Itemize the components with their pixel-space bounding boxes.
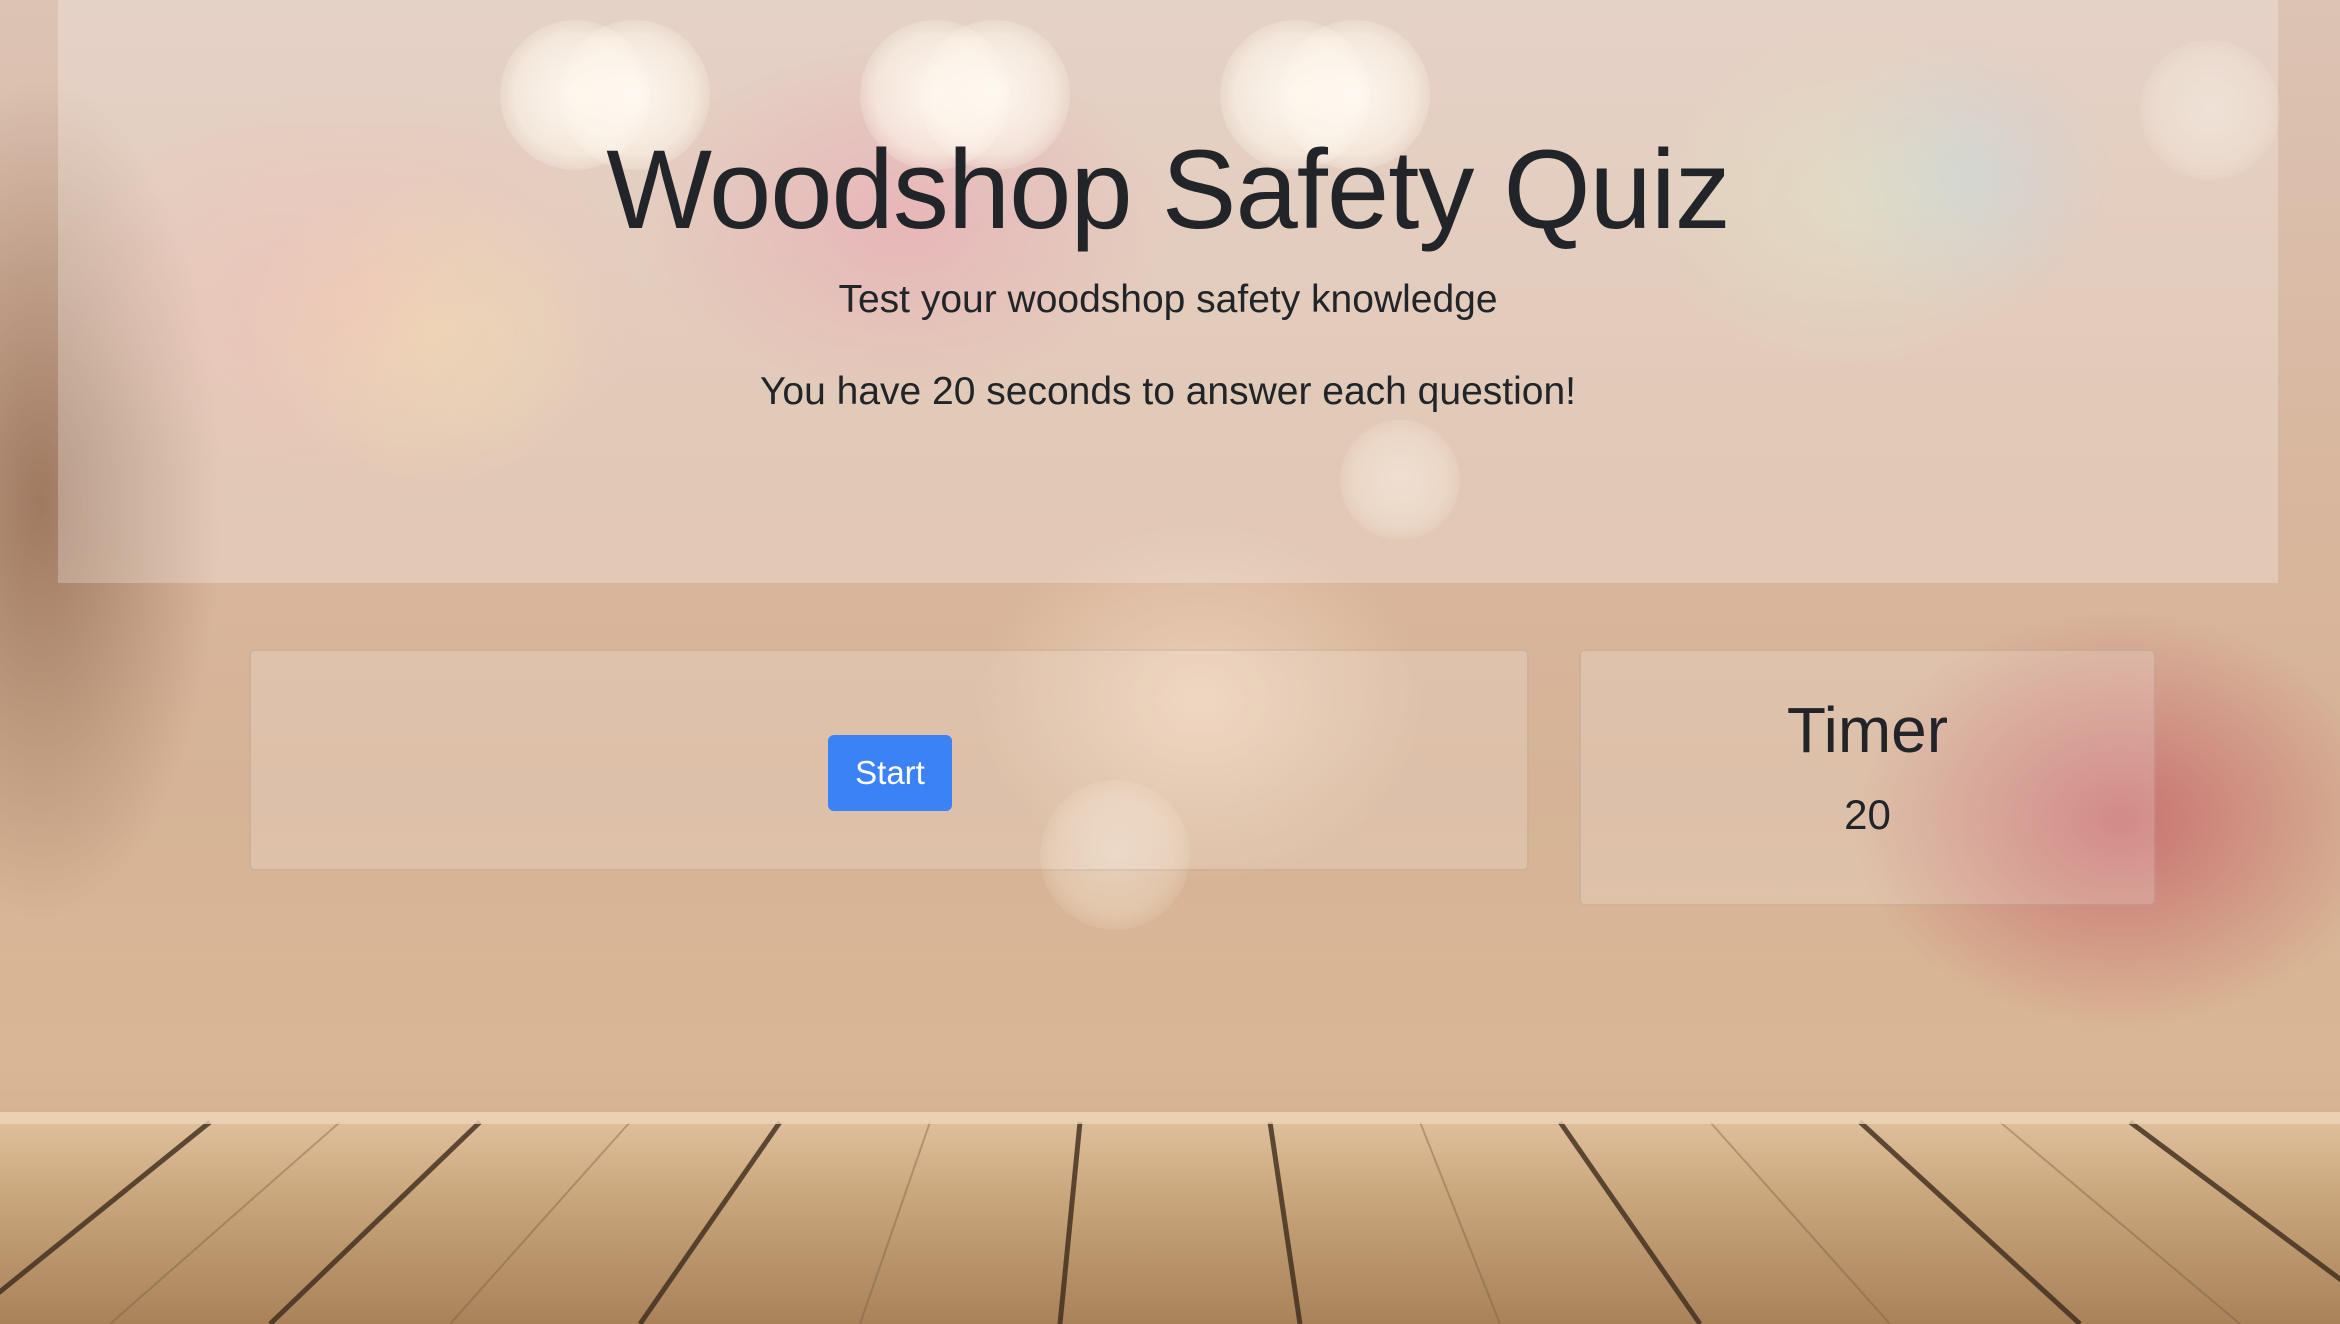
timer-title: Timer bbox=[1786, 694, 1949, 766]
start-button[interactable]: Start bbox=[828, 735, 952, 811]
quiz-card: Start bbox=[249, 649, 1529, 871]
wooden-table bbox=[0, 1112, 2340, 1324]
page-subtitle: Test your woodshop safety knowledge bbox=[838, 278, 1498, 321]
page-title: Woodshop Safety Quiz bbox=[606, 127, 1730, 252]
timer-value: 20 bbox=[1844, 791, 1891, 838]
timer-card: Timer 20 bbox=[1579, 649, 2156, 906]
quiz-rule-text: You have 20 seconds to answer each quest… bbox=[760, 370, 1576, 413]
header-jumbotron: Woodshop Safety Quiz Test your woodshop … bbox=[58, 0, 2278, 583]
wood-planks bbox=[0, 1112, 2340, 1324]
